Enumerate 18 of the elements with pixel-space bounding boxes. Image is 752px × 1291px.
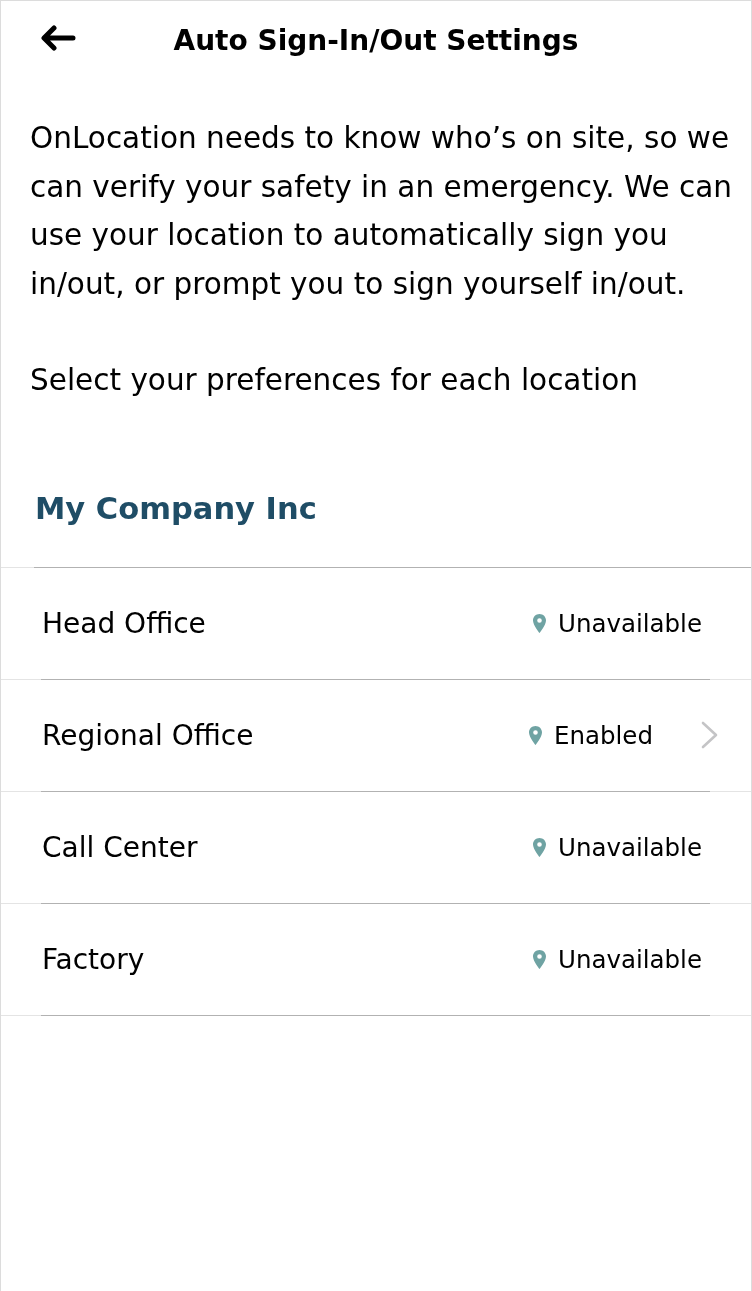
location-name[interactable]: Call Center [42, 830, 533, 864]
back-button[interactable] [39, 24, 77, 51]
status-label: Enabled [554, 720, 653, 750]
location-pin-icon [532, 949, 546, 969]
intro-paragraph: OnLocation needs to know who’s on site, so we can verify your safety in an emergency. We can use your location to automatically sign you in/out, or prompt you to sign yourself in/out. [30, 120, 733, 303]
location-pin-icon [532, 613, 546, 633]
location-pin-icon [532, 837, 546, 857]
intro-paragraph: Select your preferences for each location [30, 362, 639, 399]
location-name[interactable]: Factory [42, 942, 533, 976]
left-arrow-icon [39, 24, 77, 51]
status-label: Unavailable [557, 608, 702, 638]
location-pin-icon [529, 725, 542, 745]
status-label: Unavailable [557, 832, 702, 862]
status-label: Unavailable [557, 944, 702, 974]
screen-title: Auto Sign-In/Out Settings [173, 24, 579, 57]
company-heading: My Company Inc [35, 489, 318, 528]
location-name[interactable]: Regional Office [42, 718, 529, 752]
location-name[interactable]: Head Office [42, 606, 533, 640]
